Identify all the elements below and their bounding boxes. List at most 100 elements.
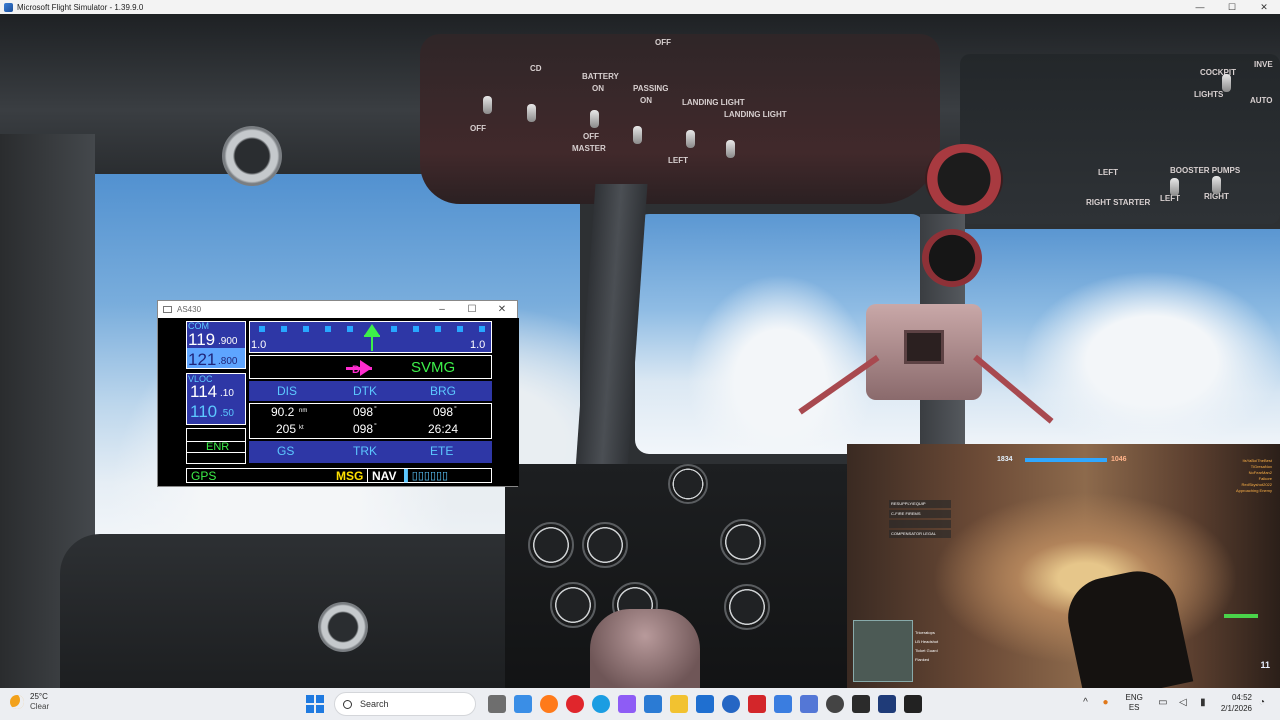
control-yoke[interactable] — [590, 609, 700, 688]
direct-to-icon: D — [346, 360, 372, 376]
bf-score-bar — [1025, 458, 1107, 462]
cdi-dot — [435, 326, 441, 332]
weather-widget[interactable]: 25°C Clear — [10, 692, 49, 712]
bf-menu-item — [889, 520, 951, 528]
bf-kill-item: LB Headshot — [915, 639, 939, 644]
widgets-icon[interactable] — [514, 695, 532, 713]
label-master: MASTER — [572, 144, 606, 153]
app-icon[interactable] — [774, 695, 792, 713]
as430-window[interactable]: AS430 – ☐ ✕ COM 119 .900 121 .800 VLOC 1… — [157, 300, 519, 487]
windows-start-icon[interactable] — [306, 695, 324, 713]
notification-bell-icon[interactable]: ◔ — [1256, 697, 1268, 709]
clock-gauge — [668, 464, 708, 504]
tachometer-gauge — [922, 229, 982, 287]
bf-menu-item: C-FIRE FIREMS — [889, 510, 951, 518]
svg-text:D: D — [352, 364, 360, 376]
teams-icon[interactable] — [800, 695, 818, 713]
label-inverter: INVE — [1254, 60, 1273, 69]
gps-screen[interactable]: COM 119 .900 121 .800 VLOC 114 .10 110 .… — [158, 318, 519, 486]
outlook-icon[interactable] — [722, 695, 740, 713]
battery-icon[interactable]: ▮ — [1197, 697, 1209, 709]
window-titlebar[interactable]: Microsoft Flight Simulator - 1.39.9.0 — … — [0, 0, 1280, 14]
chevron-up-icon[interactable]: ^ — [1080, 697, 1092, 709]
copilot-icon[interactable] — [618, 695, 636, 713]
label-landing-light: LANDING LIGHT — [682, 98, 745, 107]
compass-gauge — [925, 144, 1003, 214]
window-title: Microsoft Flight Simulator - 1.39.9.0 — [17, 2, 144, 12]
photos-icon[interactable] — [644, 695, 662, 713]
firefox-icon[interactable] — [540, 695, 558, 713]
bf-squad-member: Approaching Enemy — [1235, 488, 1272, 493]
clock-time: 04:52 — [1231, 693, 1252, 702]
as430-titlebar[interactable]: AS430 – ☐ ✕ — [158, 301, 517, 318]
window-latch-knob[interactable] — [222, 126, 282, 186]
toggle-cockpit-lights[interactable] — [1222, 74, 1231, 92]
label-passing: PASSING — [633, 84, 669, 93]
dtk-value: 098 — [353, 405, 374, 419]
microphone-icon[interactable]: ● — [1100, 697, 1112, 709]
toggle-battery[interactable] — [590, 110, 599, 128]
altimeter-gauge — [720, 519, 766, 565]
as430-minimize-button[interactable]: – — [427, 304, 457, 315]
flight-simulator-taskbar-icon[interactable] — [852, 695, 870, 713]
file-explorer-icon[interactable] — [670, 695, 688, 713]
vsi-gauge — [724, 584, 770, 630]
as430-maximize-button[interactable]: ☐ — [457, 304, 487, 315]
label-cd-off: OFF — [470, 124, 486, 133]
toggle-switch[interactable] — [483, 96, 492, 114]
label-battery: BATTERY — [582, 72, 619, 81]
task-view-icon[interactable] — [488, 695, 506, 713]
vloc-standby-freq-decimal: .50 — [220, 408, 234, 419]
toggle-booster-right[interactable] — [1212, 176, 1221, 194]
game-launcher-icon[interactable] — [878, 695, 896, 713]
ea-app-icon[interactable] — [904, 695, 922, 713]
news-app-icon[interactable] — [748, 695, 766, 713]
toggle-landing-left[interactable] — [686, 130, 695, 148]
opera-icon[interactable] — [566, 695, 584, 713]
weather-condition: Clear — [30, 702, 50, 711]
as430-close-button[interactable]: ✕ — [487, 304, 517, 315]
toggle-passing-light[interactable] — [633, 126, 642, 144]
bf-killfeed: Triceratops LB Headshot Ticket Guard Fla… — [915, 628, 938, 664]
minimize-button[interactable]: — — [1184, 2, 1216, 12]
microsoft-store-icon[interactable] — [696, 695, 714, 713]
label-auto: AUTO — [1250, 96, 1273, 105]
toggle-booster-left[interactable] — [1170, 178, 1179, 196]
trk-unit: ° — [374, 423, 377, 430]
msg-annunciator[interactable]: MSG — [336, 469, 363, 483]
edge-icon[interactable] — [592, 695, 610, 713]
status-divider — [367, 469, 368, 483]
header-dis: DIS — [277, 384, 298, 398]
label-battery-off: OFF — [583, 132, 599, 141]
com-active-freq: 119 — [188, 330, 216, 349]
bf-score-left: 1834 — [997, 456, 1013, 463]
header-brg: BRG — [430, 384, 457, 398]
clock-date: 2/1/2026 — [1220, 704, 1252, 713]
steam-icon[interactable] — [826, 695, 844, 713]
game-overlay-video[interactable]: 1834 1046 RESUPPLY/EQUIP C-FIRE FIREMS C… — [847, 444, 1280, 688]
header-dtk: DTK — [353, 384, 377, 398]
cdi-dot — [347, 326, 353, 332]
toggle-landing-right[interactable] — [726, 140, 735, 158]
language-indicator[interactable]: ENG ES — [1126, 693, 1143, 713]
search-icon — [343, 699, 352, 709]
bf-ammo-count: 11 — [1260, 660, 1270, 670]
close-button[interactable]: ✕ — [1248, 2, 1280, 13]
label-cd: CD — [530, 64, 542, 73]
cdi-scale-right: 1.0 — [470, 339, 486, 351]
cdi-dot — [391, 326, 397, 332]
label-lights: LIGHTS — [1194, 90, 1224, 99]
com-active-freq-decimal: .900 — [218, 336, 238, 347]
cdi-dot — [457, 326, 463, 332]
clock[interactable]: 04:52 2/1/2026 — [1221, 692, 1252, 714]
network-icon[interactable]: ▭ — [1157, 697, 1169, 709]
com-standby-freq: 121 — [188, 350, 217, 369]
screen: Microsoft Flight Simulator - 1.39.9.0 — … — [0, 0, 1280, 720]
toggle-cd[interactable] — [527, 104, 536, 122]
header-trk: TRK — [353, 444, 377, 458]
maximize-button[interactable]: ☐ — [1216, 2, 1248, 13]
volume-icon[interactable]: ◁ — [1177, 697, 1189, 709]
gps-mode-label: GPS — [191, 469, 217, 483]
taskbar-search[interactable]: Search — [334, 692, 476, 716]
lower-latch-knob[interactable] — [318, 602, 368, 652]
